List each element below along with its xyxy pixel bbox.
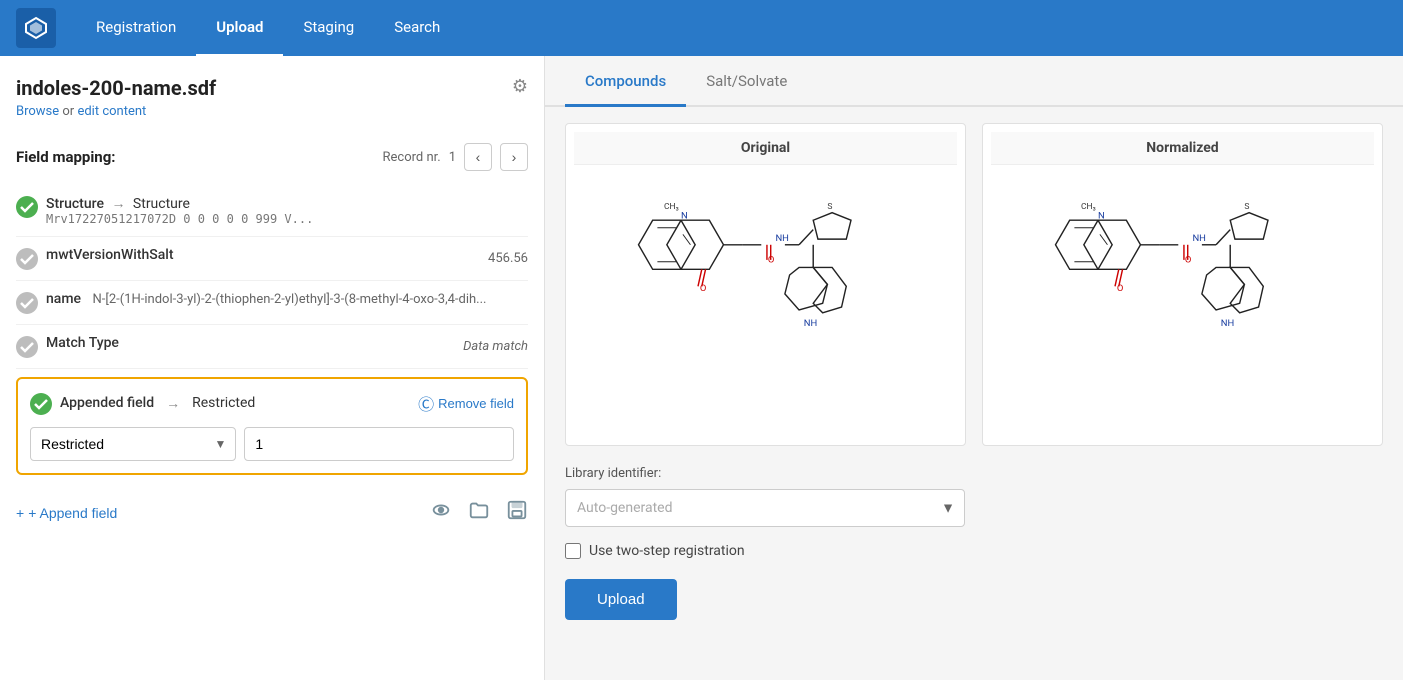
field-row-mwt: mwtVersionWithSalt 456.56 <box>16 237 528 281</box>
upload-button[interactable]: Upload <box>565 579 677 620</box>
file-subtitle: Browse or edit content <box>16 104 216 119</box>
append-field-button[interactable]: + + Append field <box>16 505 117 521</box>
svg-text:NH: NH <box>775 233 788 244</box>
library-select-wrapper: ▼ Auto-generated <box>565 489 965 527</box>
svg-text:CH₃: CH₃ <box>664 202 679 212</box>
app-logo <box>16 8 56 48</box>
original-label: Original <box>574 132 957 165</box>
normalized-image-box: Normalized CH₃ N O <box>982 123 1383 446</box>
tab-compounds[interactable]: Compounds <box>565 56 686 107</box>
restricted-select-wrapper: Restricted Public Private ▼ <box>30 427 236 461</box>
appended-target: Restricted <box>192 395 255 411</box>
tab-salt-solvate[interactable]: Salt/Solvate <box>686 56 807 107</box>
browse-link[interactable]: Browse <box>16 104 59 119</box>
nav-upload[interactable]: Upload <box>196 0 283 57</box>
remove-field-label: Remove field <box>438 396 514 411</box>
check-icon-mwt <box>16 248 38 270</box>
normalized-label: Normalized <box>991 132 1374 165</box>
svg-text:O: O <box>699 283 706 294</box>
mwt-name: mwtVersionWithSalt <box>46 247 174 263</box>
structure-field-content: Structure → Structure Mrv17227051217072D… <box>46 195 528 226</box>
panel-header: Field mapping: Record nr. 1 ‹ › <box>16 143 528 171</box>
structure-target: Structure <box>133 196 190 212</box>
name-field-content: name N-[2-(1H-indol-3-yl)-2-(thiophen-2-… <box>46 291 528 307</box>
svg-text:NH: NH <box>1192 233 1205 244</box>
appended-arrow: → <box>166 395 180 412</box>
main-layout: indoles-200-name.sdf Browse or edit cont… <box>0 56 1403 680</box>
check-icon-matchtype <box>16 336 38 358</box>
gear-button[interactable]: ⚙ <box>512 76 528 97</box>
top-nav: Registration Upload Staging Search <box>0 0 1403 56</box>
next-record-button[interactable]: › <box>500 143 528 171</box>
nav-links: Registration Upload Staging Search <box>76 0 460 57</box>
library-section: Library identifier: ▼ Auto-generated <box>565 466 1383 527</box>
folder-button[interactable] <box>468 499 490 526</box>
left-panel: indoles-200-name.sdf Browse or edit cont… <box>0 56 545 680</box>
nav-search[interactable]: Search <box>374 0 460 57</box>
field-row-matchtype: Match Type Data match <box>16 325 528 369</box>
appended-field-controls: Restricted Public Private ▼ <box>30 427 514 461</box>
bottom-actions: + + Append field <box>16 491 528 526</box>
svg-text:NH: NH <box>803 318 816 329</box>
eye-button[interactable] <box>430 499 452 526</box>
record-label: Record nr. <box>382 150 440 165</box>
appended-field-header: Appended field → Restricted Ⓒ Remove fie… <box>30 391 514 415</box>
normalized-molecule-svg: CH₃ N O O <box>1013 173 1353 437</box>
svg-text:NH: NH <box>1220 318 1233 329</box>
original-molecule-svg: CH₃ N <box>596 173 936 437</box>
name-value: N-[2-(1H-indol-3-yl)-2-(thiophen-2-yl)et… <box>93 292 487 307</box>
structure-arrow: → <box>111 196 125 212</box>
mwt-value: 456.56 <box>408 251 528 266</box>
compound-images: Original CH₃ N <box>565 123 1383 446</box>
matchtype-field-content: Match Type <box>46 335 400 351</box>
compound-content: Original CH₃ N <box>545 107 1403 636</box>
record-nav: Record nr. 1 ‹ › <box>382 143 528 171</box>
field-row-structure: Structure → Structure Mrv17227051217072D… <box>16 185 528 237</box>
two-step-label: Use two-step registration <box>589 543 745 559</box>
structure-name: Structure <box>46 196 104 212</box>
two-step-row: Use two-step registration <box>565 543 1383 559</box>
library-select[interactable] <box>565 489 965 527</box>
matchtype-label: Match Type <box>46 335 119 351</box>
svg-text:S: S <box>827 202 832 212</box>
save-button[interactable] <box>506 499 528 526</box>
plus-icon: + <box>16 505 24 521</box>
nav-registration[interactable]: Registration <box>76 0 196 57</box>
check-icon-structure <box>16 196 38 218</box>
structure-value: Mrv17227051217072D 0 0 0 0 0 999 V... <box>46 212 528 226</box>
check-icon-name <box>16 292 38 314</box>
file-title: indoles-200-name.sdf <box>16 76 216 100</box>
restricted-select[interactable]: Restricted Public Private <box>30 427 236 461</box>
prev-record-button[interactable]: ‹ <box>464 143 492 171</box>
svg-text:O: O <box>1116 283 1123 294</box>
field-row-name: name N-[2-(1H-indol-3-yl)-2-(thiophen-2-… <box>16 281 528 325</box>
right-panel: Compounds Salt/Solvate Original CH₃ <box>545 56 1403 680</box>
file-info: indoles-200-name.sdf Browse or edit cont… <box>16 76 216 139</box>
panel-top: indoles-200-name.sdf Browse or edit cont… <box>16 76 528 139</box>
appended-value-input[interactable] <box>244 427 514 461</box>
field-mapping-title: Field mapping: <box>16 148 116 166</box>
original-image-box: Original CH₃ N <box>565 123 966 446</box>
svg-text:S: S <box>1244 202 1249 212</box>
nav-staging[interactable]: Staging <box>283 0 374 57</box>
edit-link[interactable]: edit content <box>77 104 146 119</box>
mwt-field-content: mwtVersionWithSalt <box>46 247 400 263</box>
library-label: Library identifier: <box>565 466 1383 481</box>
name-label: name <box>46 291 81 307</box>
appended-field-box: Appended field → Restricted Ⓒ Remove fie… <box>16 377 528 475</box>
normalized-image-area: CH₃ N O O <box>991 173 1374 437</box>
two-step-checkbox[interactable] <box>565 543 581 559</box>
appended-field-label: Appended field <box>60 395 154 411</box>
record-number: 1 <box>449 150 456 165</box>
appended-field-left: Appended field → Restricted <box>30 392 255 415</box>
append-field-label: + Append field <box>28 505 117 521</box>
tabs-bar: Compounds Salt/Solvate <box>545 56 1403 107</box>
check-icon-appended <box>30 393 52 415</box>
remove-field-icon: Ⓒ <box>418 391 434 415</box>
svg-text:CH₃: CH₃ <box>1081 202 1096 212</box>
remove-field-button[interactable]: Ⓒ Remove field <box>418 391 514 415</box>
original-image-area: CH₃ N <box>574 173 957 437</box>
action-icons <box>430 499 528 526</box>
matchtype-value: Data match <box>408 339 528 354</box>
